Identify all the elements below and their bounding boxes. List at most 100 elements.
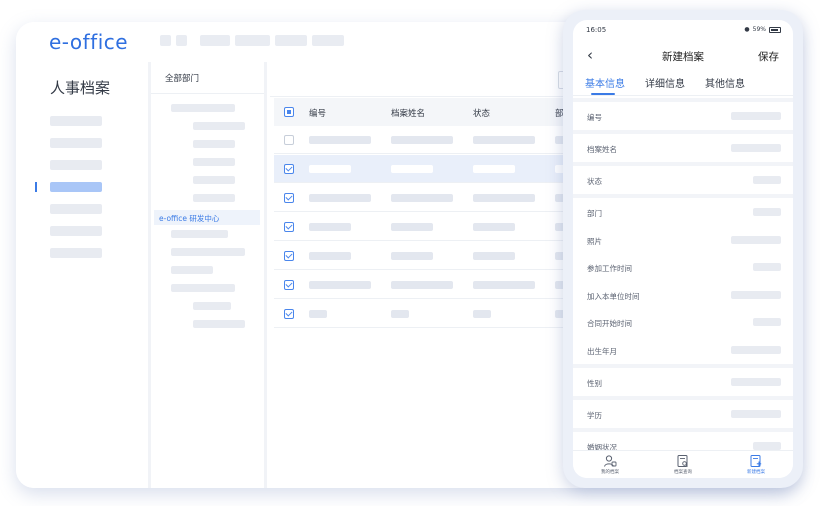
table-cell — [391, 223, 433, 231]
sidebar-item[interactable] — [50, 138, 102, 148]
top-menu-placeholder[interactable] — [176, 35, 187, 46]
battery-icon — [769, 26, 781, 33]
save-button[interactable]: 保存 — [758, 49, 779, 64]
tree-node-selected[interactable]: e-office 研发中心 — [154, 210, 260, 225]
module-title: 人事档案 — [50, 79, 111, 97]
form-field-label: 照片 — [587, 237, 602, 246]
column-header-id[interactable]: 编号 — [309, 107, 326, 119]
tree-node[interactable] — [171, 266, 213, 274]
tree-node[interactable] — [193, 140, 235, 148]
tree-node[interactable] — [171, 104, 235, 112]
form-field-value[interactable] — [753, 318, 781, 326]
select-all-checkbox[interactable] — [284, 107, 294, 117]
sidebar-item[interactable] — [50, 204, 102, 214]
phone-screen: 16:05 ● 59% ‹ 新建档案 保存 基本信息 详细信息 其他信息 编号档… — [573, 20, 793, 478]
phone-frame: 16:05 ● 59% ‹ 新建档案 保存 基本信息 详细信息 其他信息 编号档… — [563, 10, 803, 488]
table-row[interactable] — [274, 155, 574, 183]
status-time: 16:05 — [586, 26, 607, 34]
form-field[interactable]: 参加工作时间 — [573, 253, 793, 281]
tab-other-info[interactable]: 其他信息 — [705, 75, 745, 90]
file-add-icon — [749, 453, 763, 467]
form-field[interactable]: 加入本单位时间 — [573, 281, 793, 309]
sidebar-item-active[interactable] — [50, 182, 102, 192]
form-field-value[interactable] — [731, 346, 781, 354]
table-row[interactable] — [274, 242, 574, 270]
tabbar-item[interactable]: 新建档案 — [731, 453, 781, 475]
form-field-value[interactable] — [731, 291, 781, 299]
column-header-name[interactable]: 档案姓名 — [391, 107, 425, 119]
tab-indicator — [591, 93, 615, 95]
tab-detail-info[interactable]: 详细信息 — [645, 75, 685, 90]
form-field-value[interactable] — [731, 236, 781, 244]
tree-node[interactable] — [193, 122, 245, 130]
department-tree: 全部部门 e-office 研发中心 — [151, 62, 267, 488]
table-cell — [391, 165, 433, 173]
tree-node[interactable] — [171, 230, 228, 238]
tree-node[interactable] — [193, 176, 235, 184]
table-cell — [391, 136, 453, 144]
row-checkbox[interactable] — [284, 135, 294, 145]
form-field[interactable]: 合同开始时间 — [573, 308, 793, 336]
form-field[interactable]: 照片 — [573, 226, 793, 254]
row-checkbox[interactable] — [284, 309, 294, 319]
row-checkbox[interactable] — [284, 193, 294, 203]
form-field-value[interactable] — [731, 112, 781, 120]
form-field-value[interactable] — [753, 442, 781, 450]
row-checkbox[interactable] — [284, 164, 294, 174]
form-field[interactable]: 档案姓名 — [573, 134, 793, 162]
form-field-value[interactable] — [753, 263, 781, 271]
table-row[interactable] — [274, 213, 574, 241]
form-field[interactable]: 学历 — [573, 400, 793, 428]
tabbar-item[interactable]: 我的档案 — [585, 453, 635, 475]
table-cell — [391, 194, 453, 202]
form-field[interactable]: 性别 — [573, 368, 793, 396]
form-field-label: 出生年月 — [587, 347, 617, 356]
table-row[interactable] — [274, 184, 574, 212]
form-field[interactable]: 出生年月 — [573, 336, 793, 364]
sidebar-item[interactable] — [50, 116, 102, 126]
form-field-value[interactable] — [753, 176, 781, 184]
table-cell — [473, 281, 535, 289]
tab-basic-info[interactable]: 基本信息 — [585, 75, 625, 90]
column-header-status[interactable]: 状态 — [473, 107, 490, 119]
tree-node[interactable] — [193, 302, 231, 310]
tabbar-item[interactable]: 档案查询 — [658, 453, 708, 475]
tabbar-label: 档案查询 — [674, 470, 692, 475]
tree-node[interactable] — [171, 284, 235, 292]
status-bar: 16:05 ● 59% — [573, 20, 793, 40]
table-row[interactable] — [274, 271, 574, 299]
form-field-value[interactable] — [753, 208, 781, 216]
tree-node[interactable] — [193, 194, 235, 202]
form-field-value[interactable] — [731, 378, 781, 386]
table-cell — [391, 252, 433, 260]
app-logo[interactable]: e-office — [49, 30, 128, 54]
signal-icon: ● — [744, 26, 750, 33]
form-field[interactable]: 状态 — [573, 166, 793, 194]
form-field-label: 状态 — [587, 177, 602, 186]
form-field-label: 学历 — [587, 411, 602, 420]
table-cell — [473, 252, 515, 260]
top-menu-placeholder[interactable] — [312, 35, 344, 46]
form-field-value[interactable] — [731, 144, 781, 152]
top-menu-placeholder[interactable] — [160, 35, 171, 46]
tabbar-label: 我的档案 — [601, 470, 619, 475]
sidebar-item[interactable] — [50, 160, 102, 170]
sidebar: 人事档案 — [16, 62, 151, 488]
top-menu-placeholder[interactable] — [235, 35, 270, 46]
row-checkbox[interactable] — [284, 251, 294, 261]
top-menu-placeholder[interactable] — [275, 35, 307, 46]
sidebar-item[interactable] — [50, 248, 102, 258]
tree-node[interactable] — [171, 248, 245, 256]
row-checkbox[interactable] — [284, 222, 294, 232]
row-checkbox[interactable] — [284, 280, 294, 290]
form-field-value[interactable] — [731, 410, 781, 418]
top-menu-placeholder[interactable] — [200, 35, 230, 46]
form-field[interactable]: 部门 — [573, 198, 793, 226]
table-cell — [473, 165, 515, 173]
form-field[interactable]: 编号 — [573, 102, 793, 130]
table-row[interactable] — [274, 300, 574, 328]
table-row[interactable] — [274, 126, 574, 154]
sidebar-item[interactable] — [50, 226, 102, 236]
tree-node[interactable] — [193, 158, 235, 166]
tree-node[interactable] — [193, 320, 245, 328]
